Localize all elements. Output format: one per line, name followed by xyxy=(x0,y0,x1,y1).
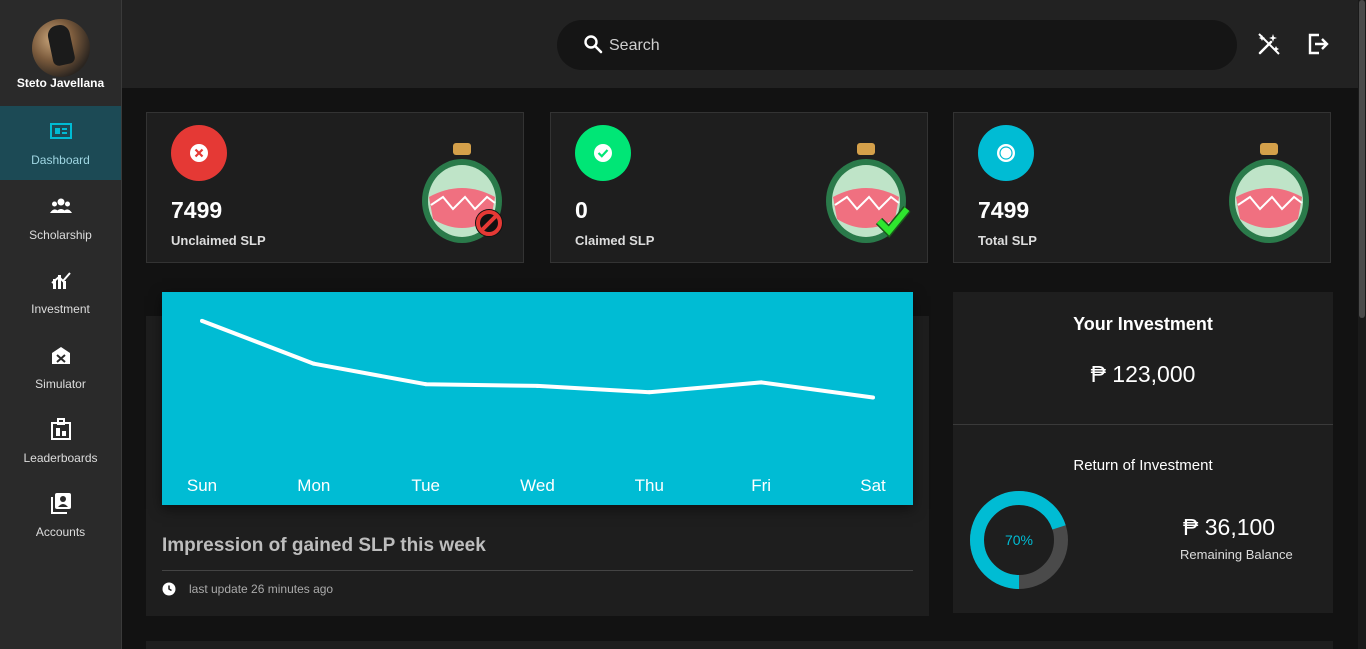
scrollbar[interactable] xyxy=(1358,0,1366,649)
data-point xyxy=(423,382,428,387)
logout-icon[interactable] xyxy=(1306,32,1330,56)
slp-potion-icon xyxy=(422,143,503,243)
check-icon xyxy=(594,144,612,162)
dot-icon xyxy=(997,144,1015,162)
sidebar-item-dashboard[interactable]: Dashboard xyxy=(0,106,121,180)
slp-potion-icon xyxy=(826,143,911,243)
stat-label: Unclaimed SLP xyxy=(171,233,266,248)
search-bar xyxy=(557,20,1237,72)
sidebar: Steto Javellana Dashboard Scholarship In… xyxy=(0,0,122,649)
sidebar-item-label: Simulator xyxy=(35,377,86,391)
x-tick-label: Fri xyxy=(751,476,771,495)
sidebar-item-label: Investment xyxy=(31,302,90,316)
stat-card-claimed: 0 Claimed SLP xyxy=(550,112,928,263)
x-tick-label: Tue xyxy=(411,476,440,495)
leaderboards-icon xyxy=(51,418,71,440)
data-point xyxy=(311,361,316,366)
data-point xyxy=(535,383,540,388)
stat-value: 7499 xyxy=(978,197,1030,223)
sidebar-item-label: Accounts xyxy=(35,525,86,539)
stat-card-unclaimed: 7499 Unclaimed SLP xyxy=(146,112,524,263)
clock-icon xyxy=(162,582,176,596)
top-bar xyxy=(122,0,1358,88)
data-point xyxy=(200,318,204,323)
last-update-text: last update 26 minutes ago xyxy=(189,582,334,596)
sidebar-item-label: Scholarship xyxy=(29,228,92,242)
close-icon xyxy=(190,144,208,162)
divider xyxy=(162,570,913,571)
chart-title: Impression of gained SLP this week xyxy=(162,535,486,556)
sidebar-item-simulator[interactable]: Simulator xyxy=(0,330,121,404)
sidebar-item-label: Dashboard xyxy=(31,153,90,167)
people-icon xyxy=(50,198,72,213)
sidebar-item-leaderboards[interactable]: Leaderboards xyxy=(0,404,121,478)
sidebar-item-label: Leaderboards xyxy=(23,451,98,465)
x-tick-label: Sat xyxy=(860,476,886,495)
divider xyxy=(953,424,1333,425)
stat-value: 0 xyxy=(575,197,588,223)
investment-icon xyxy=(51,272,71,289)
data-point xyxy=(759,380,764,385)
investment-card: Your Investment ₱ 123,000 Return of Inve… xyxy=(953,292,1333,613)
data-point xyxy=(647,390,652,395)
sidebar-item-investment[interactable]: Investment xyxy=(0,255,121,329)
simulator-icon xyxy=(52,347,70,364)
accounts-icon xyxy=(51,493,71,514)
x-tick-label: Thu xyxy=(635,476,664,495)
search-input[interactable] xyxy=(607,20,1211,72)
stat-value: 7499 xyxy=(171,197,223,223)
x-tick-label: Mon xyxy=(297,476,330,495)
roi-donut-chart: 70% xyxy=(970,491,1068,589)
investment-amount: ₱ 123,000 xyxy=(1090,361,1196,387)
data-point xyxy=(871,395,875,400)
search-icon xyxy=(584,35,603,54)
slp-potion-icon xyxy=(1229,143,1309,243)
dashboard-icon xyxy=(50,123,72,139)
remaining-label: Remaining Balance xyxy=(1180,547,1293,562)
line-chart: Sun Mon Tue Wed Thu Fri Sat xyxy=(162,292,913,505)
stat-label: Total SLP xyxy=(978,233,1037,248)
stat-badge xyxy=(978,125,1034,181)
x-tick-label: Sun xyxy=(187,476,217,495)
stat-badge xyxy=(171,125,227,181)
roi-percent-label: 70% xyxy=(1005,532,1033,548)
avatar[interactable] xyxy=(32,19,90,77)
stat-label: Claimed SLP xyxy=(575,233,655,248)
remaining-amount: ₱ 36,100 xyxy=(1183,514,1276,540)
x-tick-label: Wed xyxy=(520,476,555,495)
stat-badge xyxy=(575,125,631,181)
user-name: Steto Javellana xyxy=(16,76,105,90)
magic-wand-icon[interactable] xyxy=(1257,32,1281,56)
sidebar-item-accounts[interactable]: Accounts xyxy=(0,478,121,552)
sidebar-item-scholarship[interactable]: Scholarship xyxy=(0,181,121,255)
bottom-card xyxy=(146,641,1333,649)
stat-card-total: 7499 Total SLP xyxy=(953,112,1331,263)
investment-title: Your Investment xyxy=(1073,314,1213,334)
scrollbar-thumb[interactable] xyxy=(1359,0,1365,318)
line-chart-svg: Sun Mon Tue Wed Thu Fri Sat xyxy=(187,318,886,495)
roi-title: Return of Investment xyxy=(1073,457,1213,474)
